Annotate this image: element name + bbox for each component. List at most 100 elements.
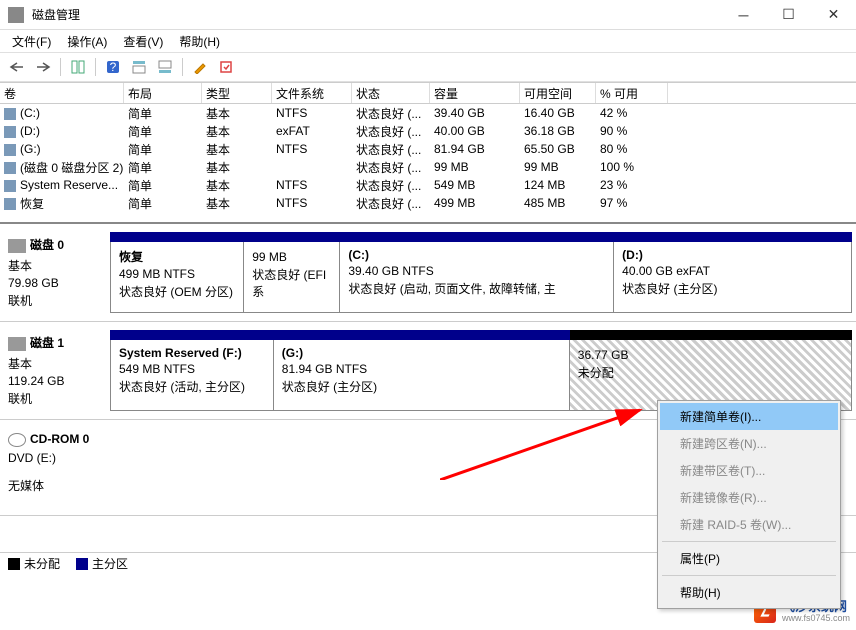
context-menu: 新建简单卷(I)... 新建跨区卷(N)... 新建带区卷(T)... 新建镜像…	[657, 400, 841, 609]
disk-type: 基本	[8, 355, 102, 372]
table-row[interactable]: System Reserve...简单基本NTFS状态良好 (...549 MB…	[0, 176, 856, 194]
cell-type: 基本	[202, 105, 272, 122]
toolbar: ?	[0, 52, 856, 82]
cdrom-name: CD-ROM 0	[30, 432, 89, 446]
cell-cap: 39.40 GB	[430, 106, 520, 120]
table-row[interactable]: (磁盘 0 磁盘分区 2)简单基本状态良好 (...99 MB99 MB100 …	[0, 158, 856, 176]
properties-icon[interactable]	[189, 56, 211, 78]
volume-icon	[4, 108, 16, 120]
cell-layout: 简单	[124, 105, 202, 122]
volume-icon	[4, 162, 16, 174]
disk-colorbar	[110, 330, 852, 340]
partition[interactable]: System Reserved (F:) 549 MB NTFS 状态良好 (活…	[111, 340, 274, 410]
menu-help[interactable]: 帮助(H)	[171, 31, 228, 52]
list-bottom-icon[interactable]	[154, 56, 176, 78]
cell-layout: 简单	[124, 159, 202, 176]
forward-button[interactable]	[32, 56, 54, 78]
ctx-properties[interactable]: 属性(P)	[660, 545, 838, 572]
partition-size: 36.77 GB	[578, 348, 843, 362]
close-button[interactable]: ✕	[811, 0, 856, 30]
table-row[interactable]: (D:)简单基本exFAT状态良好 (...40.00 GB36.18 GB90…	[0, 122, 856, 140]
col-layout[interactable]: 布局	[124, 83, 202, 103]
back-button[interactable]	[6, 56, 28, 78]
cell-layout: 简单	[124, 177, 202, 194]
partition[interactable]: (D:) 40.00 GB exFAT 状态良好 (主分区)	[614, 242, 851, 312]
menu-separator	[662, 575, 836, 576]
disk-name: 磁盘 1	[30, 336, 64, 350]
partition[interactable]: (G:) 81.94 GB NTFS 状态良好 (主分区)	[274, 340, 570, 410]
cell-pct: 100 %	[596, 160, 668, 174]
table-row[interactable]: 恢复简单基本NTFS状态良好 (...499 MB485 MB97 %	[0, 194, 856, 212]
cell-fs: exFAT	[272, 124, 352, 138]
partition-status: 状态良好 (OEM 分区)	[119, 283, 235, 300]
menu-separator	[662, 541, 836, 542]
cell-status: 状态良好 (...	[352, 123, 430, 140]
partition-title: 恢复	[119, 248, 235, 265]
col-capacity[interactable]: 容量	[430, 83, 520, 103]
col-volume[interactable]: 卷	[0, 83, 124, 103]
partition-title: (C:)	[348, 248, 605, 262]
disk-row: 磁盘 0 基本 79.98 GB 联机 恢复 499 MB NTFS 状态良好 …	[0, 224, 856, 322]
cdrom-drive: DVD (E:)	[8, 451, 102, 465]
volume-grid[interactable]: (C:)简单基本NTFS状态良好 (...39.40 GB16.40 GB42 …	[0, 104, 856, 222]
volume-icon	[4, 144, 16, 156]
cell-free: 36.18 GB	[520, 124, 596, 138]
ctx-new-raid5-volume: 新建 RAID-5 卷(W)...	[660, 511, 838, 538]
cell-pct: 23 %	[596, 178, 668, 192]
cell-type: 基本	[202, 177, 272, 194]
menubar: 文件(F) 操作(A) 查看(V) 帮助(H)	[0, 30, 856, 52]
cell-type: 基本	[202, 123, 272, 140]
cell-cap: 99 MB	[430, 160, 520, 174]
table-row[interactable]: (C:)简单基本NTFS状态良好 (...39.40 GB16.40 GB42 …	[0, 104, 856, 122]
cell-pct: 90 %	[596, 124, 668, 138]
partition-status: 状态良好 (主分区)	[282, 378, 561, 395]
cell-fs: NTFS	[272, 142, 352, 156]
volume-icon	[4, 126, 16, 138]
partition[interactable]: (C:) 39.40 GB NTFS 状态良好 (启动, 页面文件, 故障转储,…	[340, 242, 614, 312]
list-top-icon[interactable]	[128, 56, 150, 78]
menu-file[interactable]: 文件(F)	[4, 31, 59, 52]
partition-status: 状态良好 (活动, 主分区)	[119, 378, 265, 395]
cell-name: (磁盘 0 磁盘分区 2)	[0, 159, 124, 176]
minimize-button[interactable]: ─	[721, 0, 766, 30]
cell-status: 状态良好 (...	[352, 141, 430, 158]
disk-type: 基本	[8, 257, 102, 274]
maximize-button[interactable]: ☐	[766, 0, 811, 30]
col-fs[interactable]: 文件系统	[272, 83, 352, 103]
col-free[interactable]: 可用空间	[520, 83, 596, 103]
cell-fs: NTFS	[272, 106, 352, 120]
cell-name: System Reserve...	[0, 178, 124, 192]
cdrom-status: 无媒体	[8, 477, 102, 494]
cell-name: (C:)	[0, 106, 124, 120]
col-status[interactable]: 状态	[352, 83, 430, 103]
cell-name: (D:)	[0, 124, 124, 138]
col-pct[interactable]: % 可用	[596, 83, 668, 103]
cell-pct: 80 %	[596, 142, 668, 156]
partition-size: 39.40 GB NTFS	[348, 264, 605, 278]
col-type[interactable]: 类型	[202, 83, 272, 103]
cell-fs: NTFS	[272, 178, 352, 192]
disk-size: 79.98 GB	[8, 276, 102, 290]
partition[interactable]: 恢复 499 MB NTFS 状态良好 (OEM 分区)	[111, 242, 244, 312]
partition-size: 99 MB	[252, 250, 331, 264]
cell-type: 基本	[202, 195, 272, 212]
refresh-icon[interactable]	[215, 56, 237, 78]
partition-title: (D:)	[622, 248, 843, 262]
partition-size: 499 MB NTFS	[119, 267, 235, 281]
partition[interactable]: 99 MB 状态良好 (EFI 系	[244, 242, 340, 312]
cell-cap: 499 MB	[430, 196, 520, 210]
cell-type: 基本	[202, 141, 272, 158]
cell-layout: 简单	[124, 195, 202, 212]
table-row[interactable]: (G:)简单基本NTFS状态良好 (...81.94 GB65.50 GB80 …	[0, 140, 856, 158]
menu-action[interactable]: 操作(A)	[59, 31, 115, 52]
disk-info: 磁盘 0 基本 79.98 GB 联机	[0, 232, 110, 313]
panes-icon[interactable]	[67, 56, 89, 78]
disk-colorbar	[110, 232, 852, 242]
help-icon[interactable]: ?	[102, 56, 124, 78]
menu-view[interactable]: 查看(V)	[115, 31, 171, 52]
ctx-new-simple-volume[interactable]: 新建简单卷(I)...	[660, 403, 838, 430]
ctx-new-mirrored-volume: 新建镜像卷(R)...	[660, 484, 838, 511]
ctx-help[interactable]: 帮助(H)	[660, 579, 838, 606]
disk-info: CD-ROM 0 DVD (E:) 无媒体	[0, 428, 110, 507]
partition-status: 状态良好 (EFI 系	[252, 266, 331, 300]
